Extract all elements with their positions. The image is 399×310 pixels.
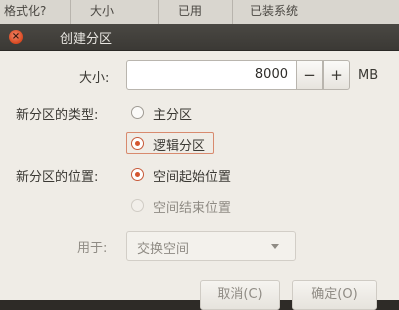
primary-partition-label[interactable]: 主分区: [153, 104, 192, 123]
column-header-installed-system: 已装系统: [250, 4, 299, 18]
logical-partition-label[interactable]: 逻辑分区: [153, 135, 205, 154]
dialog-title: 创建分区: [60, 32, 113, 47]
size-label: 大小:: [79, 71, 110, 86]
background-table-header: 格式化? 大小 已用 已装系统: [0, 0, 399, 24]
column-divider: [158, 0, 159, 24]
use-as-label: 用于:: [77, 241, 108, 256]
ok-button[interactable]: 确定(O): [292, 280, 377, 310]
decrease-size-button[interactable]: −: [296, 60, 323, 90]
chevron-down-icon: [271, 244, 279, 249]
partition-type-label: 新分区的类型:: [16, 108, 99, 123]
size-field[interactable]: [126, 60, 297, 90]
column-divider: [70, 0, 71, 24]
create-partition-dialog: × 创建分区 大小: − + MB 新分区的类型: 主分区 逻辑分区 新分区的位…: [0, 24, 399, 310]
end-of-space-label[interactable]: 空间结束位置: [153, 197, 231, 216]
size-unit: MB: [358, 68, 379, 83]
radio-start-of-space[interactable]: [131, 168, 144, 181]
close-icon: ×: [11, 31, 21, 42]
use-as-dropdown[interactable]: 交换空间: [126, 231, 296, 261]
increase-size-button[interactable]: +: [323, 60, 350, 90]
start-of-space-label[interactable]: 空间起始位置: [153, 166, 231, 185]
size-input[interactable]: [136, 66, 290, 83]
use-as-value: 交换空间: [137, 242, 190, 257]
column-divider: [232, 0, 233, 24]
dialog-titlebar: × 创建分区: [0, 24, 399, 51]
radio-end-of-space[interactable]: [131, 199, 144, 212]
column-header-size: 大小: [90, 4, 115, 18]
close-button[interactable]: ×: [9, 30, 23, 44]
radio-logical-partition[interactable]: [131, 137, 144, 150]
radio-primary-partition[interactable]: [131, 106, 144, 119]
partition-location-label: 新分区的位置:: [16, 170, 99, 185]
column-header-used: 已用: [178, 4, 203, 18]
cancel-button[interactable]: 取消(C): [200, 280, 280, 310]
column-header-format: 格式化?: [4, 4, 47, 18]
